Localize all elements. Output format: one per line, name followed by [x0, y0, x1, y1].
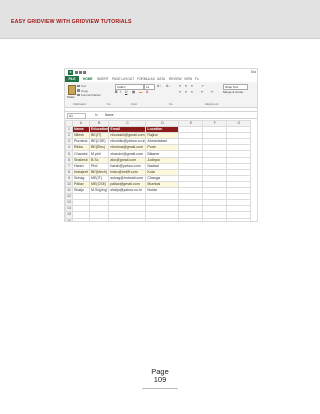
- spreadsheet-table: A B C D E F G 1 Name Education Email Locatio…: [65, 119, 252, 221]
- paste-icon[interactable]: [68, 85, 76, 95]
- quick-access-toolbar: X Sta: [65, 69, 257, 76]
- tab-formulas[interactable]: FORMULAS: [137, 77, 155, 81]
- formula-bar: A1 fx Name: [65, 111, 257, 119]
- align-top-icon[interactable]: ≡: [179, 84, 181, 88]
- scissors-icon: [77, 84, 80, 88]
- cell[interactable]: nilcohilu@yahoo.co.in: [108, 138, 147, 146]
- align-middle-icon[interactable]: ≡: [185, 84, 187, 88]
- table-row: 16: [65, 217, 252, 221]
- cell[interactable]: suhag@hotmail.com: [108, 174, 147, 182]
- page-number: 109: [153, 375, 167, 384]
- excel-logo-icon: X: [68, 70, 73, 75]
- group-launcher-2: Fo: [169, 101, 173, 106]
- font-color-icon[interactable]: A: [146, 90, 148, 94]
- name-box[interactable]: A1: [67, 112, 86, 119]
- brush-icon: [77, 93, 80, 97]
- qat-overflow-text: Sta: [250, 70, 256, 74]
- format-painter-button[interactable]: Format Painter: [77, 93, 101, 97]
- cell[interactable]: ME(CSE): [88, 180, 110, 189]
- align-left-icon[interactable]: ≡: [179, 90, 181, 94]
- cell[interactable]: [72, 217, 90, 221]
- worksheet-grid: A B C D E F G 1 Name Education Email Locatio…: [65, 119, 257, 221]
- group-font: Font: [131, 101, 138, 106]
- document-title: EASY GRIDVIEW WITH GRIDVIEW TUTORIALS: [11, 19, 132, 25]
- cell[interactable]: M.Sc(phy): [88, 187, 110, 195]
- cell[interactable]: Indrajeet: [72, 168, 90, 176]
- decrease-indent-icon[interactable]: ⇤: [201, 90, 204, 94]
- row-header[interactable]: 16: [65, 217, 73, 221]
- cell[interactable]: Purnima: [72, 138, 90, 146]
- tab-review[interactable]: REVIEW: [169, 77, 182, 81]
- redo-icon[interactable]: [83, 70, 86, 74]
- tab-page-layout[interactable]: PAGE LAYOUT: [112, 77, 134, 81]
- cell[interactable]: BE(Mech): [88, 168, 110, 176]
- excel-window: X Sta FILE HOME INSERT PAGE LAYOUT FORMU…: [64, 68, 258, 222]
- fx-icon[interactable]: fx: [95, 113, 98, 117]
- page-footer: Page 109: [145, 368, 175, 388]
- cell[interactable]: Chandni: [72, 150, 90, 158]
- tab-view[interactable]: VIEW: [184, 77, 192, 81]
- ribbon: Paste Cut Copy Format Painter Calibri 11…: [65, 82, 257, 108]
- increase-indent-icon[interactable]: ⇥: [210, 90, 213, 94]
- group-alignment: Alignment: [205, 101, 219, 106]
- cell[interactable]: nilcosta3@gmail.com: [108, 132, 147, 140]
- align-right-icon[interactable]: ≡: [191, 90, 193, 94]
- merge-center-button[interactable]: Merge & Cente: [223, 90, 243, 94]
- borders-icon[interactable]: ▦: [132, 90, 135, 94]
- cell[interactable]: chandni@gmail.com: [108, 150, 147, 158]
- cell[interactable]: [88, 217, 110, 221]
- bold-icon[interactable]: B: [115, 90, 117, 94]
- cell[interactable]: [178, 217, 204, 221]
- decrease-font-icon[interactable]: A↓: [166, 84, 170, 88]
- cell[interactable]: harsh@yahoo.com: [108, 162, 147, 170]
- paste-label[interactable]: Paste: [67, 95, 75, 99]
- copy-button[interactable]: Copy: [77, 89, 88, 93]
- cell[interactable]: nilurima@gmail.com: [108, 144, 147, 152]
- align-center-icon[interactable]: ≡: [185, 90, 187, 94]
- align-bottom-icon[interactable]: ≡: [191, 84, 193, 88]
- cell[interactable]: [108, 217, 147, 221]
- group-launcher-1: Fo: [107, 101, 111, 106]
- cell[interactable]: [226, 217, 252, 221]
- italic-icon[interactable]: I: [120, 90, 121, 94]
- tab-fo[interactable]: Fo: [195, 77, 199, 81]
- cut-button[interactable]: Cut: [77, 84, 86, 88]
- copy-icon: [77, 89, 80, 92]
- save-icon[interactable]: [75, 70, 78, 74]
- cell[interactable]: Education: [88, 126, 110, 134]
- group-clipboard: Clipboard: [73, 101, 86, 106]
- undo-icon[interactable]: [79, 70, 82, 74]
- cell[interactable]: shaiju@yahoo.co.in: [108, 187, 147, 195]
- increase-font-icon[interactable]: A↑: [157, 84, 161, 88]
- cell[interactable]: [145, 217, 180, 221]
- cell[interactable]: [202, 217, 228, 221]
- document-header: EASY GRIDVIEW WITH GRIDVIEW TUTORIALS: [0, 0, 320, 39]
- tab-insert[interactable]: INSERT: [97, 77, 109, 81]
- tab-home[interactable]: HOME: [83, 77, 93, 81]
- orientation-icon[interactable]: ↗: [201, 84, 204, 88]
- formula-input[interactable]: Name: [105, 113, 114, 118]
- underline-icon[interactable]: U: [125, 90, 127, 94]
- fill-color-icon[interactable]: ▬: [139, 90, 142, 94]
- footer-divider: [142, 388, 178, 389]
- tab-data[interactable]: DATA: [157, 77, 165, 81]
- ribbon-group-labels: Clipboard Fo Font Fo Alignment: [65, 101, 257, 106]
- cell[interactable]: Shailesh: [72, 156, 90, 164]
